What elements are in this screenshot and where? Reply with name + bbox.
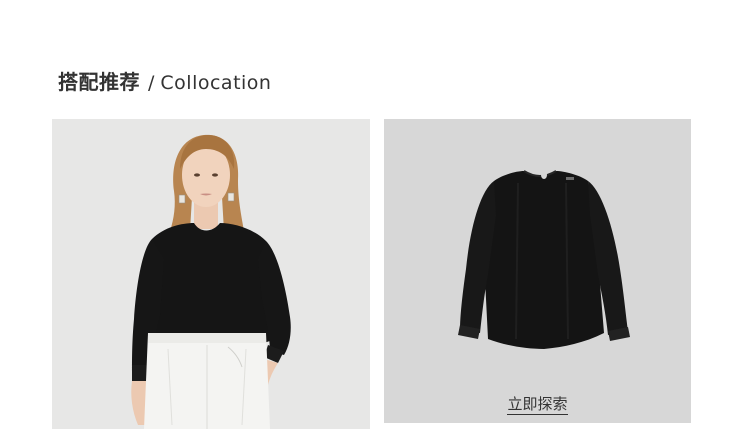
model-wearing-blouse-image bbox=[52, 119, 370, 429]
section-heading: 搭配推荐 / Collocation bbox=[58, 66, 271, 94]
explore-now-label[interactable]: 立即探索 bbox=[507, 395, 568, 415]
product-photo-card[interactable]: 立即探索 bbox=[384, 119, 691, 423]
title-separator: / bbox=[148, 72, 155, 94]
section-title-chinese: 搭配推荐 bbox=[58, 70, 140, 94]
model-photo-card[interactable] bbox=[52, 119, 370, 429]
section-title-english: Collocation bbox=[160, 72, 272, 94]
black-blouse-image bbox=[384, 119, 691, 423]
explore-now-link[interactable]: 立即探索 bbox=[384, 393, 691, 415]
